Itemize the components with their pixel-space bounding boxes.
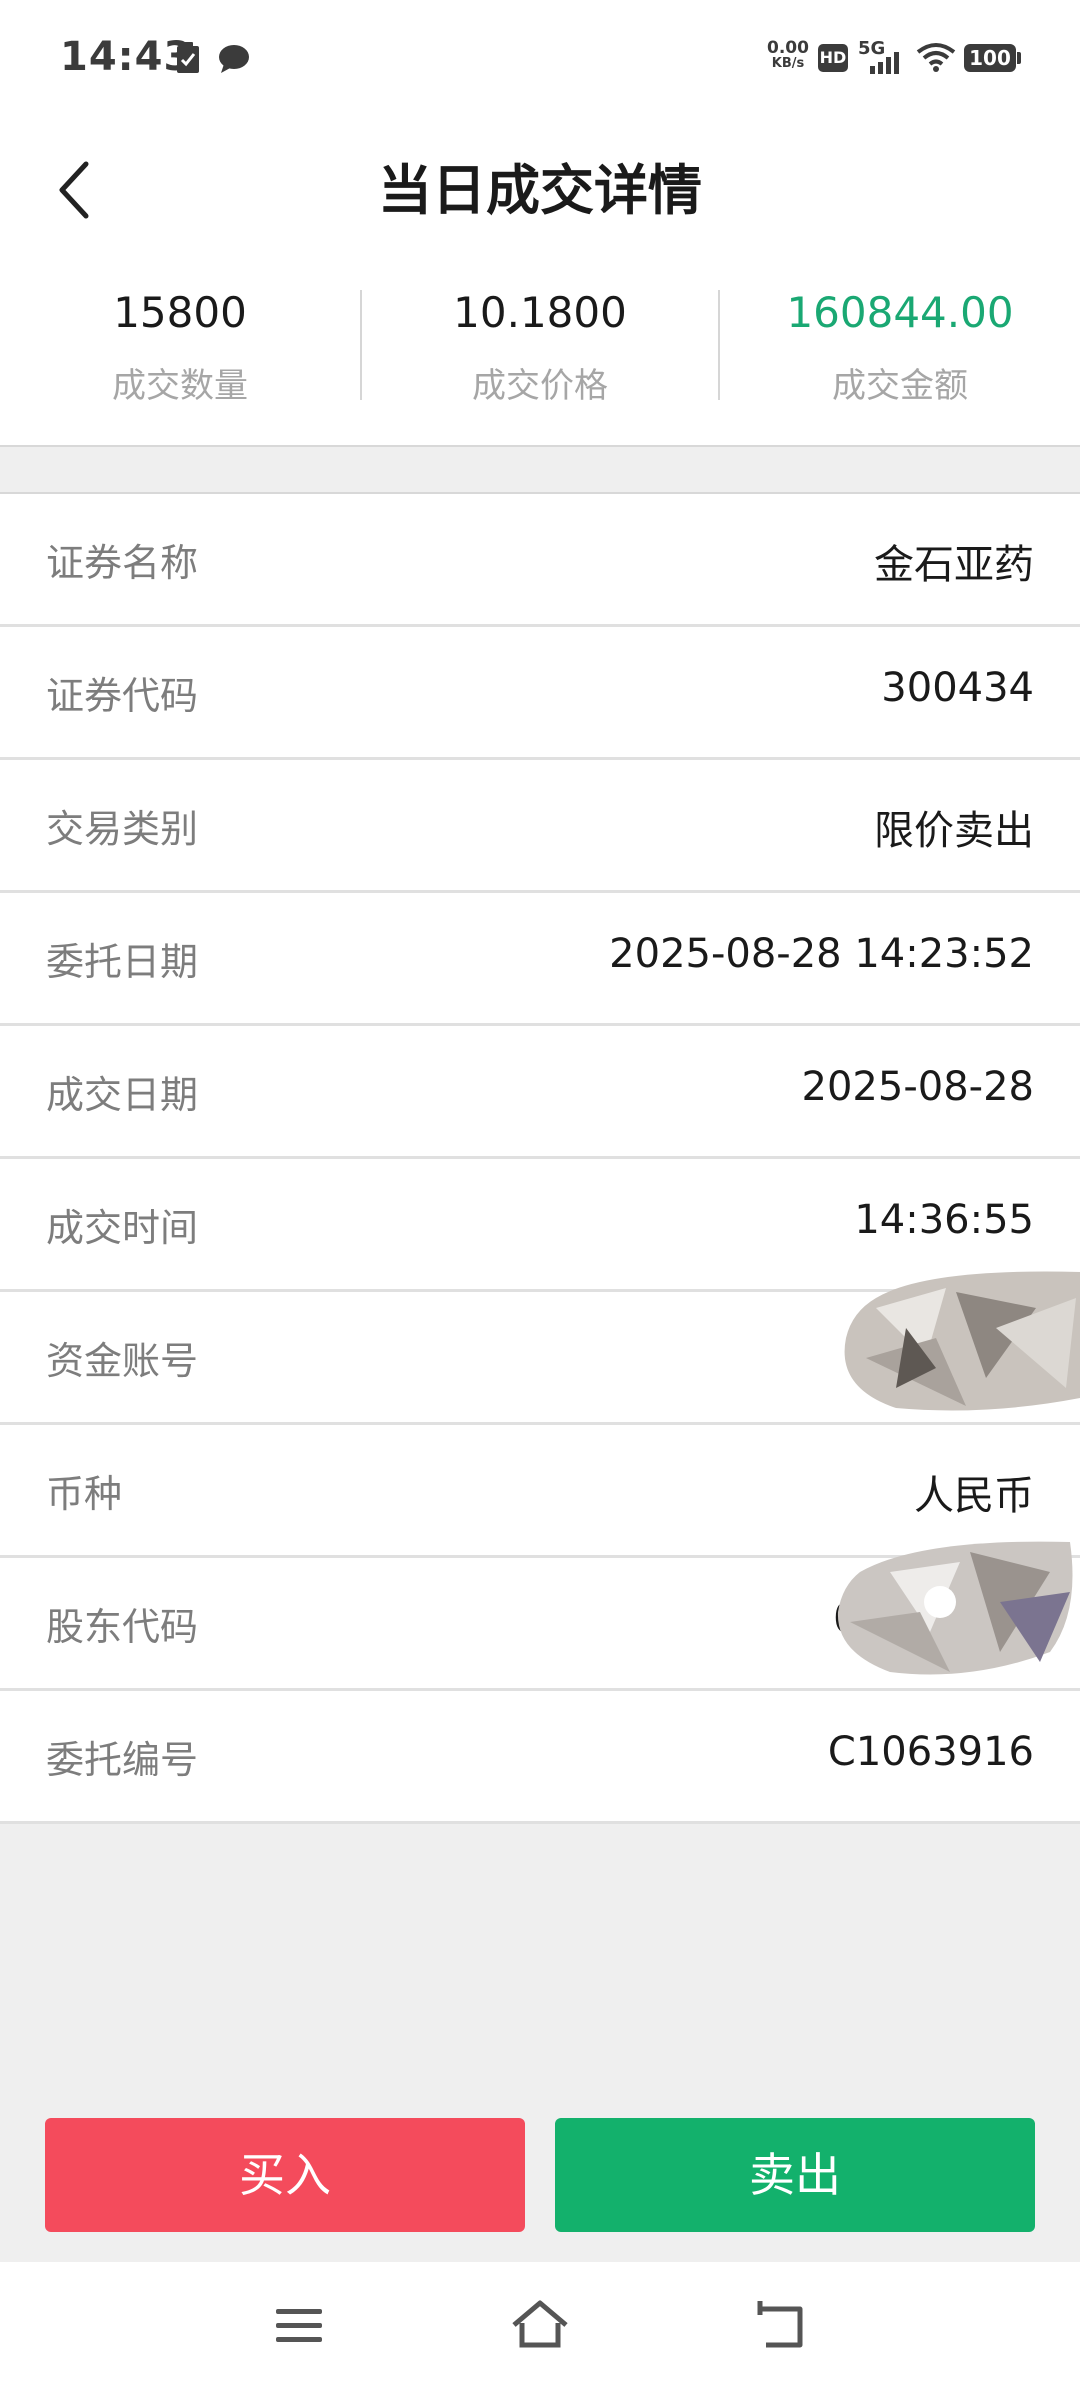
security-code-value: 300434 [881, 665, 1034, 711]
home-icon[interactable] [510, 2297, 570, 2353]
hd-badge: HD [818, 44, 848, 72]
status-bar: 14:43 0.00 KB/s HD 5G 100 [0, 0, 1080, 118]
summary-amount: 160844.00 成交金额 [720, 268, 1080, 445]
detail-row-deal-date: 成交日期 2025-08-28 [0, 1026, 1080, 1159]
hd-label: HD [819, 48, 847, 67]
detail-row-security-name: 证券名称 金石亚药 [0, 494, 1080, 627]
deal-date-label: 成交日期 [46, 1073, 199, 1117]
deal-time-value: 14:36:55 [854, 1197, 1034, 1243]
network-speed: 0.00 KB/s [766, 40, 810, 72]
summary-price: 10.1800 成交价格 [360, 268, 720, 445]
trade-summary: 15800 成交数量 10.1800 成交价格 160844.00 成交金额 [0, 268, 1080, 447]
status-time: 14:43 [60, 34, 193, 80]
buy-button[interactable]: 买入 [45, 2118, 525, 2232]
header: 当日成交详情 [0, 118, 1080, 268]
system-nav-bar [0, 2262, 1080, 2388]
currency-label: 币种 [46, 1472, 123, 1516]
order-number-value: C1063916 [827, 1729, 1034, 1775]
menu-icon[interactable] [276, 2297, 324, 2353]
order-date-label: 委托日期 [46, 940, 199, 984]
page-title: 当日成交详情 [378, 159, 702, 222]
battery-tip [1017, 52, 1021, 64]
price-label: 成交价格 [472, 366, 608, 406]
summary-quantity: 15800 成交数量 [0, 268, 360, 445]
security-name-value: 金石亚药 [874, 542, 1034, 588]
fund-account-label: 资金账号 [46, 1339, 199, 1383]
security-name-label: 证券名称 [46, 541, 199, 585]
deal-date-value: 2025-08-28 [801, 1064, 1034, 1110]
detail-row-security-code: 证券代码 300434 [0, 627, 1080, 760]
network-speed-value: 0.00 [767, 38, 809, 58]
sell-button[interactable]: 卖出 [555, 2118, 1035, 2232]
detail-row-order-date: 委托日期 2025-08-28 14:23:52 [0, 893, 1080, 1026]
action-bar: 买入 卖出 [0, 2118, 1080, 2232]
price-value: 10.1800 [453, 288, 627, 337]
privacy-blur-mask [844, 1271, 1080, 1411]
amount-label: 成交金额 [832, 366, 968, 406]
clipboard-check-icon [177, 42, 199, 73]
chat-bubble-icon [219, 45, 249, 73]
trade-type-value: 限价卖出 [874, 808, 1034, 854]
trade-details-list: 证券名称 金石亚药 证券代码 300434 交易类别 限价卖出 委托日期 202… [0, 492, 1080, 1824]
battery-level: 100 [969, 46, 1011, 70]
wifi-icon [916, 43, 956, 72]
shareholder-code-label: 股东代码 [46, 1605, 199, 1649]
quantity-value: 15800 [113, 288, 247, 337]
cell-signal-icon [870, 52, 899, 74]
amount-value: 160844.00 [786, 288, 1014, 337]
return-icon[interactable] [756, 2297, 806, 2353]
deal-time-label: 成交时间 [46, 1206, 199, 1250]
privacy-blur-mask [837, 1541, 1073, 1675]
security-code-label: 证券代码 [46, 674, 199, 718]
detail-row-fund-account: 资金账号 8 [0, 1271, 1080, 1425]
quantity-label: 成交数量 [112, 366, 248, 406]
order-date-value: 2025-08-28 14:23:52 [609, 931, 1034, 977]
battery-icon: 100 [964, 44, 1016, 72]
detail-row-trade-type: 交易类别 限价卖出 [0, 760, 1080, 893]
order-number-label: 委托编号 [46, 1738, 199, 1782]
detail-row-order-number: 委托编号 C1063916 [0, 1691, 1080, 1824]
network-speed-unit: KB/s [771, 56, 805, 71]
trade-type-label: 交易类别 [46, 807, 199, 851]
currency-value: 人民币 [914, 1473, 1034, 1519]
detail-row-shareholder-code: 股东代码 01 [0, 1541, 1080, 1691]
